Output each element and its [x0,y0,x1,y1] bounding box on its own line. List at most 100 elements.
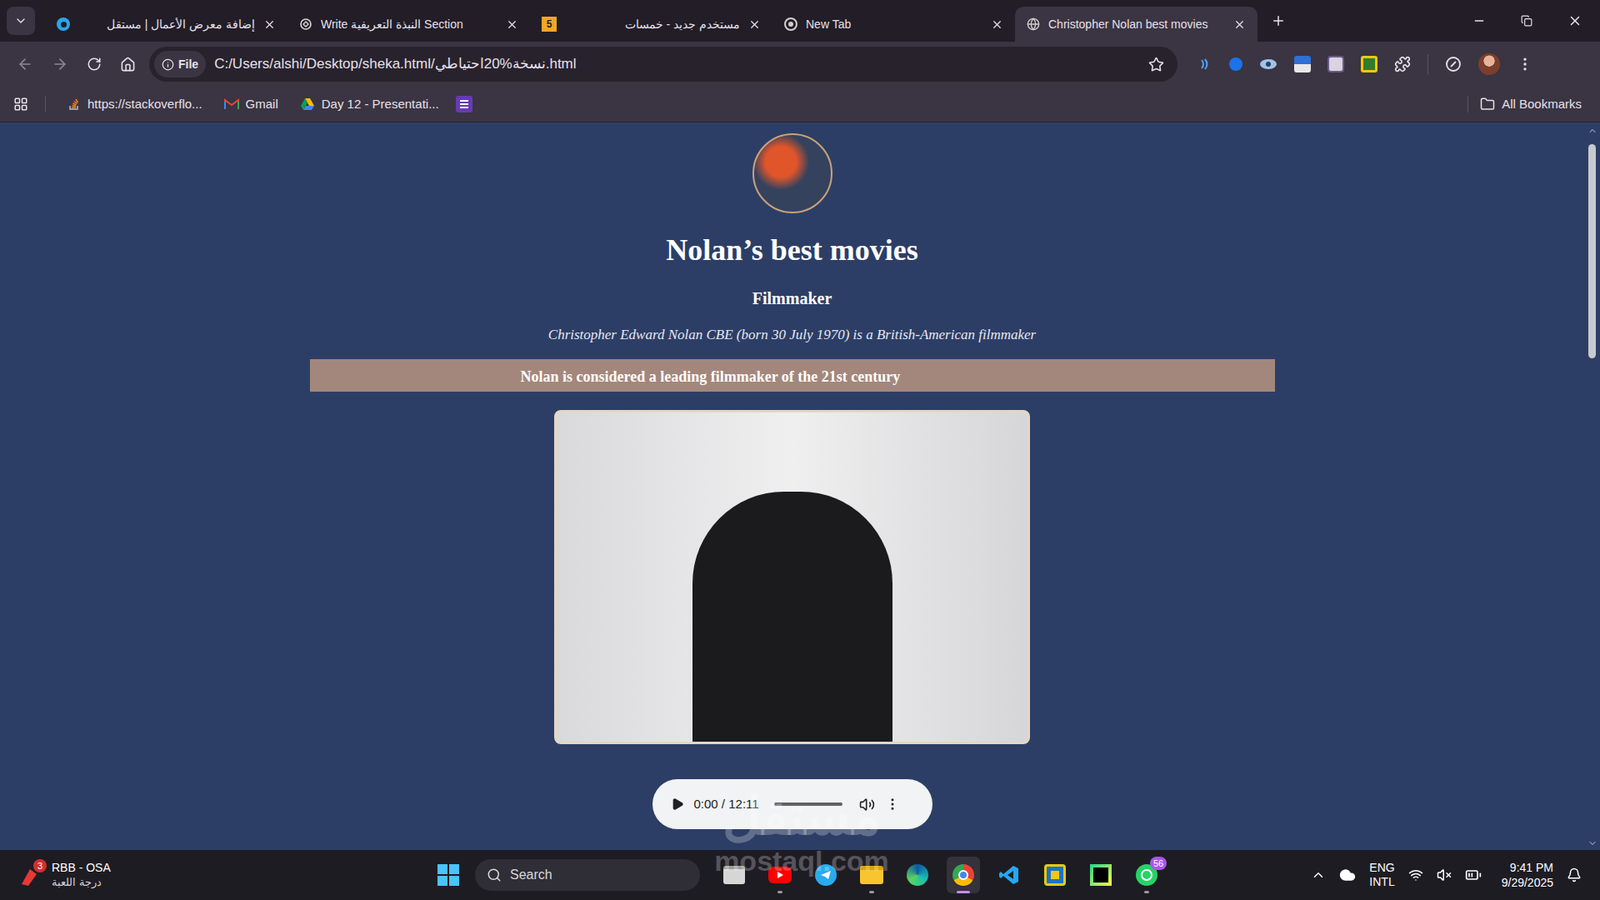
site-info-chip[interactable]: File [154,50,206,78]
eye-extension-icon[interactable] [1259,57,1278,71]
browser-tab[interactable]: New Tab [772,6,1015,42]
banner: Nolan is considered a leading filmmaker … [310,359,1275,392]
scrollbar[interactable] [1584,122,1600,850]
browser-tab[interactable]: Write النبذة التعريفية Section [287,6,530,42]
search-icon [486,867,502,883]
extension-icon[interactable] [1327,55,1345,73]
volume-icon[interactable] [859,796,875,813]
show-hidden-icons-icon[interactable] [1310,867,1326,883]
tab-title: New Tab [805,15,983,34]
extension-icon[interactable] [1197,56,1213,72]
widget[interactable]: 3RBB - OSAدرجة اللعبة [0,860,437,890]
play-icon[interactable] [670,797,685,811]
bookmark-item[interactable]: Gmail [219,95,284,115]
stackoverflow-icon [67,97,81,111]
bookmarks-bar: https://stackoverflo... Gmail Day 12 - Pre… [0,86,1600,123]
menu-icon[interactable] [1516,55,1534,73]
clock[interactable]: 9:41 PM9/29/2025 [1501,860,1554,890]
vscode-app-icon [998,864,1020,886]
back-icon[interactable] [16,55,34,73]
close-tab-icon[interactable] [990,18,1004,31]
scroll-down-icon[interactable] [1587,838,1598,849]
new-tab-icon[interactable] [1270,13,1286,29]
taskbar: 3RBB - OSAدرجة اللعبة Search 56 ENGINTL 9:41… [0,850,1600,900]
tab-title: Write النبذة التعريفية Section [320,15,498,34]
screen: إضافة معرض الأعمال | مستقل Write النبذة ا… [0,0,1600,900]
taskbar-app[interactable] [763,856,797,894]
profile-avatar-icon[interactable] [1478,53,1500,75]
page-content: Nolan’s best moviesFilmmakerChristopher … [0,122,1585,850]
audio-player[interactable]: 0:00 / 12:11 [652,779,933,830]
extension-icon[interactable] [1229,57,1243,71]
muted-speaker-icon[interactable] [1436,867,1452,883]
folder-icon [1480,96,1495,112]
browser-tab[interactable]: Christopher Nolan best movies [1015,6,1258,42]
extension-icon[interactable] [1360,55,1378,73]
app-icon [1044,864,1066,886]
taskbar-app[interactable]: 56 [1130,856,1164,894]
extensions-puzzle-icon[interactable] [1394,55,1411,73]
wifi-icon[interactable] [1408,867,1424,883]
scroll-up-icon[interactable] [1587,125,1598,136]
windows-start-icon[interactable] [436,863,460,887]
all-bookmarks[interactable]: All Bookmarks [1480,95,1587,115]
notifications-icon[interactable] [1566,867,1582,883]
audio-menu-icon[interactable] [885,796,900,812]
browser-tab[interactable]: إضافة معرض الأعمال | مستقل [45,6,288,42]
close-tab-icon[interactable] [505,18,519,31]
scroll-thumb[interactable] [1588,144,1596,359]
page-intro: Christopher Edward Nolan CBE (born 30 Ju… [548,325,1036,345]
taskbar-center: Search 56 [436,856,1164,894]
close-tab-icon[interactable] [263,18,276,31]
taskbar-search[interactable]: Search [475,859,700,891]
tab-search-button[interactable] [6,6,35,35]
restore-icon[interactable] [1520,15,1533,27]
audio-progress-track[interactable] [774,802,843,806]
bookmark-item[interactable]: Day 12 - Presentati... [295,95,445,115]
files-app-icon [723,865,745,885]
home-icon[interactable] [120,56,136,73]
running-indicator [1144,890,1150,894]
taskbar-app[interactable] [855,856,889,894]
widget-title: RBB - OSA [51,860,111,875]
language-indicator[interactable]: ENGINTL [1369,860,1395,890]
close-tab-icon[interactable] [1233,18,1246,31]
chrome-favicon-icon [784,17,798,31]
taskbar-app[interactable] [1084,856,1118,894]
sync-icon[interactable] [1445,55,1462,73]
mostaql-favicon-icon [56,17,70,31]
toolbar-separator [1427,54,1429,75]
taskbar-app[interactable] [809,856,843,894]
url-text: C:/Users/alshi/Desktop/sheka.html/نسخة%2… [214,53,1140,75]
taskbar-app[interactable] [900,856,935,894]
onedrive-icon[interactable] [1339,866,1356,884]
watermark-arabic: مستقل [722,786,881,845]
taskbar-app[interactable] [946,856,980,894]
extension-icon[interactable] [1294,55,1311,73]
bookmarks-separator [45,95,46,113]
battery-icon[interactable] [1465,866,1482,884]
running-indicator [956,890,970,894]
browser-tab[interactable]: 5مستخدم جديد - خمسات [530,6,773,42]
chatgpt-favicon-icon [299,17,313,31]
close-window-icon[interactable] [1567,13,1583,29]
watermark-latin: mostaql.com [714,845,890,877]
apps-icon[interactable] [13,96,29,112]
taskbar-app[interactable] [1038,856,1072,894]
close-tab-icon[interactable] [748,18,761,31]
minimize-icon[interactable] [1472,14,1486,28]
bookmark-item[interactable]: https://stackoverflo... [62,95,208,115]
reload-icon[interactable] [86,56,102,72]
forms-bookmark-icon[interactable] [455,95,473,113]
taskbar-app[interactable] [992,856,1026,894]
tab-title: إضافة معرض الأعمال | مستقل [78,15,255,34]
taskbar-app[interactable] [717,856,751,894]
omnibox[interactable]: File C:/Users/alshi/Desktop/sheka.html/نس… [149,46,1178,82]
info-icon [161,58,175,71]
toolbar: File C:/Users/alshi/Desktop/sheka.html/نس… [0,41,1600,87]
audio-time: 0:00 / 12:11 [694,795,760,815]
bookmark-star-icon[interactable] [1148,56,1165,73]
nolan-photo [554,410,1030,745]
forward-icon[interactable] [51,55,69,73]
tab-title: مستخدم جديد - خمسات [565,15,740,34]
